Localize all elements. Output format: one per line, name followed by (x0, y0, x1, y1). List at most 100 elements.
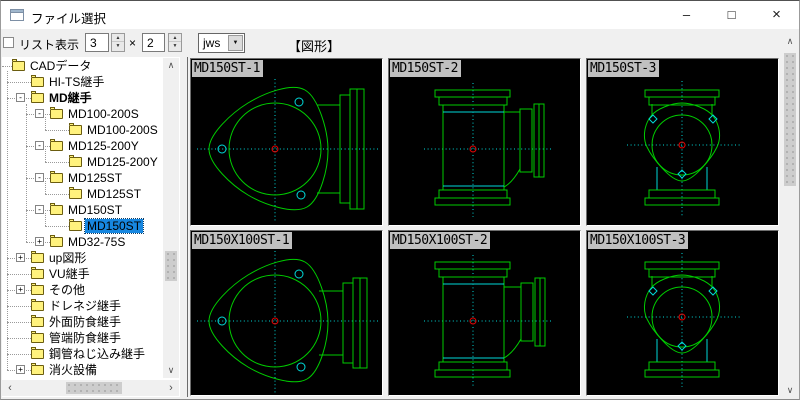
preview-panel: MD150ST-1 MD150ST-2 MD150ST-3 MD150X100S… (187, 57, 799, 397)
tree-expand-toggle[interactable]: + (16, 253, 25, 262)
scroll-down-icon[interactable]: ∨ (163, 365, 179, 376)
folder-icon (31, 315, 44, 327)
tile-md150st-1[interactable]: MD150ST-1 (190, 58, 383, 226)
close-button[interactable]: × (754, 1, 799, 29)
tree-item[interactable]: + MD32-75S (2, 234, 163, 250)
folder-icon (31, 299, 44, 311)
tree-item-label: MD継手 (49, 91, 92, 105)
tile-label: MD150ST-3 (588, 60, 659, 77)
tree-expand-toggle[interactable]: - (35, 141, 44, 150)
tile-md150st-3[interactable]: MD150ST-3 (586, 58, 779, 226)
folder-icon (12, 59, 25, 71)
times-label: × (129, 36, 137, 50)
folder-tree-panel: CADデータ HI-TS継手 - MD継手 - MD100-200S MD100-200S -… (2, 57, 180, 397)
tree-item[interactable]: VU継手 (2, 266, 163, 282)
spin-down-icon[interactable]: ▼ (169, 42, 181, 50)
tree-item[interactable]: - MD150ST (2, 202, 163, 218)
tree-item[interactable]: ドレネジ継手 (2, 298, 163, 314)
tree-item[interactable]: MD100-200S (2, 122, 163, 138)
tree-hscroll-thumb[interactable] (66, 382, 122, 394)
folder-icon (69, 219, 82, 231)
window-controls: – □ × (664, 1, 799, 29)
tile-md150x100st-3[interactable]: MD150X100ST-3 (586, 230, 779, 396)
tree-item[interactable]: 管端防食継手 (2, 330, 163, 346)
tree-vscrollbar[interactable]: ∧ ∨ (163, 58, 179, 378)
tile-label: MD150ST-2 (390, 60, 461, 77)
maximize-button[interactable]: □ (709, 1, 754, 29)
folder-icon (31, 91, 44, 103)
file-select-dialog: ファイル選択 – □ × リスト表示 ▲▼ × ▲▼ jws ▼ 【図形】 CA… (0, 0, 800, 400)
tree-item[interactable]: - MD100-200S (2, 106, 163, 122)
tree-item[interactable]: MD150ST (2, 218, 163, 234)
tree-expand-toggle[interactable]: + (16, 285, 25, 294)
tile-md150st-2[interactable]: MD150ST-2 (388, 58, 581, 226)
tree-item[interactable]: HI-TS継手 (2, 74, 163, 90)
tree-item[interactable]: CADデータ (2, 58, 163, 74)
tree-expand-toggle[interactable]: + (16, 365, 25, 374)
folder-icon (31, 267, 44, 279)
tree-item[interactable]: - MD継手 (2, 90, 163, 106)
tree-item-label: MD100-200S (68, 107, 139, 121)
minimize-button[interactable]: – (664, 1, 709, 29)
tree-item[interactable]: - MD125-200Y (2, 138, 163, 154)
tree-expand-toggle[interactable]: - (35, 173, 44, 182)
tree-vscroll-thumb[interactable] (165, 251, 177, 281)
tree-expand-toggle[interactable]: - (16, 93, 25, 102)
tree-item-label: 鋼管ねじ込み継手 (49, 347, 146, 361)
tile-label: MD150ST-1 (192, 60, 263, 77)
tree-item-label: MD150ST (68, 203, 123, 217)
tile-md150x100st-2[interactable]: MD150X100ST-2 (388, 230, 581, 396)
tree-item[interactable]: + その他 (2, 282, 163, 298)
tree-expand-toggle[interactable]: - (35, 109, 44, 118)
chevron-down-icon[interactable]: ▼ (228, 35, 243, 51)
tile-md150x100st-1[interactable]: MD150X100ST-1 (190, 230, 383, 396)
grid-rows-input[interactable] (142, 33, 165, 52)
tree-item-label: 外面防食継手 (49, 315, 122, 329)
tree-item[interactable]: - MD125ST (2, 170, 163, 186)
scroll-right-icon[interactable]: › (165, 382, 177, 394)
tree-item[interactable]: 鋼管ねじ込み継手 (2, 346, 163, 362)
cad-drawing (197, 251, 378, 393)
toolbar: リスト表示 ▲▼ × ▲▼ jws ▼ 【図形】 (1, 29, 799, 57)
tree-item-label: 管端防食継手 (49, 331, 122, 345)
tree-item[interactable]: MD125-200Y (2, 154, 163, 170)
tree-item[interactable]: 外面防食継手 (2, 314, 163, 330)
window-title: ファイル選択 (31, 12, 107, 26)
scroll-left-icon[interactable]: ‹ (4, 382, 16, 394)
scroll-up-icon[interactable]: ∧ (163, 60, 179, 71)
figure-heading: 【図形】 (288, 39, 341, 54)
cad-drawing (197, 79, 378, 223)
folder-icon (50, 235, 63, 247)
preview-vscrollbar[interactable]: ∧ ∨ (782, 34, 798, 398)
list-view-checkbox[interactable] (3, 37, 14, 48)
tree-item-label: その他 (49, 283, 86, 297)
tree-item-label: MD32-75S (68, 235, 126, 249)
folder-icon (50, 107, 63, 119)
folder-icon (69, 187, 82, 199)
spin-down-icon[interactable]: ▼ (112, 42, 124, 50)
tree-item-label: MD125-200Y (68, 139, 139, 153)
tree-item-label: HI-TS継手 (49, 75, 105, 89)
scroll-up-icon[interactable]: ∧ (782, 36, 798, 47)
cols-spinner[interactable]: ▲ ▼ (111, 33, 125, 52)
tree-item[interactable]: MD125ST (2, 186, 163, 202)
cad-drawing (424, 83, 552, 217)
rows-spinner[interactable]: ▲ ▼ (168, 33, 182, 52)
folder-icon (31, 363, 44, 375)
tree-expand-toggle[interactable]: - (35, 205, 44, 214)
tree-hscrollbar[interactable]: ‹ › (2, 380, 179, 396)
app-icon (10, 9, 24, 21)
grid-cols-input[interactable] (85, 33, 109, 52)
cad-drawing (424, 255, 552, 387)
folder-icon (69, 155, 82, 167)
preview-vscroll-thumb[interactable] (784, 53, 796, 186)
tree-expand-toggle[interactable]: + (35, 237, 44, 246)
file-format-dropdown[interactable]: jws ▼ (198, 33, 245, 53)
tile-label: MD150X100ST-3 (588, 232, 689, 249)
spin-up-icon[interactable]: ▲ (112, 34, 124, 42)
tree-item[interactable]: + 消火設備 (2, 362, 163, 378)
scroll-down-icon[interactable]: ∨ (782, 385, 798, 396)
spin-up-icon[interactable]: ▲ (169, 34, 181, 42)
folder-icon (31, 347, 44, 359)
tree-item[interactable]: + up図形 (2, 250, 163, 266)
